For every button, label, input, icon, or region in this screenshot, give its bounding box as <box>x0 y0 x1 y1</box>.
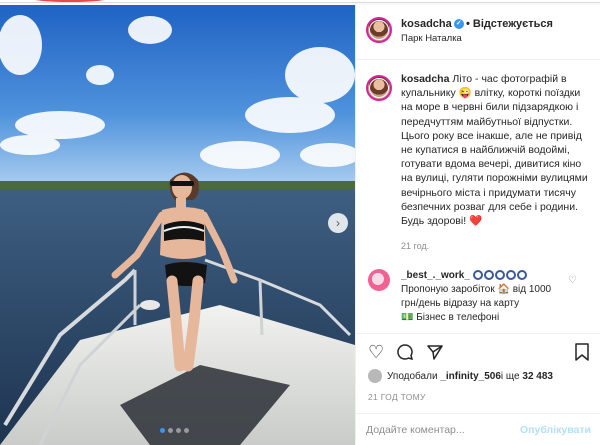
ring-emoji-icon <box>483 270 494 281</box>
likes-count[interactable]: 32 483 <box>522 371 553 382</box>
comment-like-heart-icon[interactable]: ♡ <box>568 275 577 286</box>
publish-button[interactable]: Опублікувати <box>520 424 591 436</box>
post-time: 21 ГОД ТОМУ <box>368 392 426 402</box>
author-username-text[interactable]: kosadcha <box>401 18 452 30</box>
next-slide-button[interactable]: › <box>328 213 348 233</box>
ring-emoji-icon <box>494 270 505 281</box>
follow-status-button[interactable]: • Відстежується <box>466 18 553 30</box>
instagram-post-modal: › kosadcha ✓ • Відстежується Парк Наталка… <box>0 0 600 445</box>
carousel-dot[interactable] <box>160 428 165 433</box>
heart-icon[interactable]: ♡ <box>368 343 384 361</box>
carousel-dot[interactable] <box>176 428 181 433</box>
commenter-avatar[interactable] <box>368 269 390 291</box>
caption-time: 21 год. <box>401 241 430 251</box>
ring-emoji-icon <box>505 270 516 281</box>
comment-username[interactable]: _best_._work_ <box>401 270 470 281</box>
liker-avatar <box>368 369 382 383</box>
likes-mid: і ще <box>500 370 520 382</box>
actions-divider <box>356 333 600 334</box>
ring-emoji-icon <box>472 270 483 281</box>
location-link[interactable]: Парк Наталка <box>401 33 462 44</box>
comment-text-more: 💵 Бізнес в телефоні <box>401 312 500 323</box>
caption-avatar[interactable] <box>366 75 392 101</box>
caption-username[interactable]: kosadcha <box>401 73 449 85</box>
post-sidebar: kosadcha ✓ • Відстежується Парк Наталка k… <box>355 5 600 445</box>
likes-summary[interactable]: Уподобали _infinity_506 і ще 32 483 <box>368 369 553 383</box>
caption-text: Літо - час фотографій в купальнику 😜 влі… <box>401 73 588 228</box>
author-avatar[interactable] <box>366 17 392 43</box>
follow-status-label[interactable]: Відстежується <box>473 18 553 30</box>
likes-user[interactable]: _infinity_506 <box>440 371 501 382</box>
carousel-dots <box>160 428 189 433</box>
chevron-right-icon: › <box>336 216 340 230</box>
carousel-dot[interactable] <box>168 428 173 433</box>
author-username[interactable]: kosadcha ✓ <box>401 18 464 30</box>
top-edge <box>0 0 600 3</box>
comment-composer: Опублікувати <box>356 413 600 445</box>
comment-input[interactable] <box>366 421 516 439</box>
ring-emoji-icon <box>516 270 527 281</box>
likes-prefix: Уподобали <box>387 370 438 382</box>
post-photo[interactable] <box>0 5 355 445</box>
carousel-dot[interactable] <box>184 428 189 433</box>
comment-icon[interactable] <box>396 343 414 364</box>
post-header: kosadcha ✓ • Відстежується Парк Наталка <box>356 5 600 60</box>
paper-plane-icon[interactable] <box>426 343 444 364</box>
comment-item: _best_._work_ Пропоную заробіток 🏠 від 1… <box>401 269 571 325</box>
comment-text: Пропоную заробіток 🏠 від 1000 грн/день в… <box>401 284 552 309</box>
bookmark-icon[interactable] <box>574 343 590 364</box>
verified-badge-icon: ✓ <box>453 19 464 30</box>
post-caption: kosadcha Літо - час фотографій в купальн… <box>401 72 591 228</box>
photo-scene <box>0 5 355 445</box>
top-edge-arc <box>30 0 110 2</box>
